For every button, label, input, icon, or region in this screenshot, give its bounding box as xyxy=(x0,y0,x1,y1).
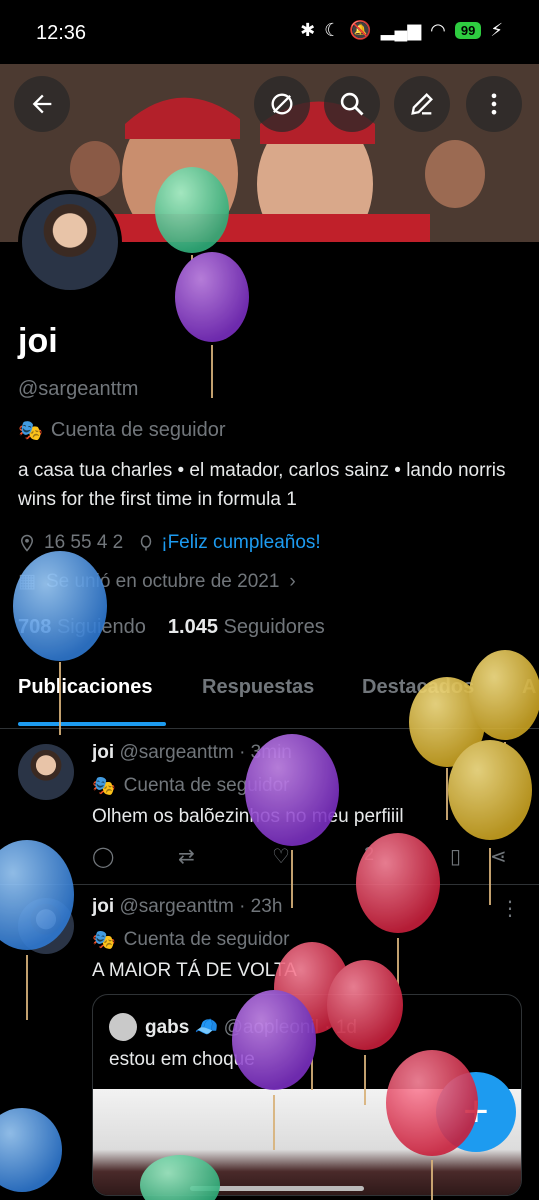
moon-icon: ☾ xyxy=(324,20,341,40)
bookmark-icon[interactable]: ▯ xyxy=(450,844,461,869)
mute-button[interactable] xyxy=(254,76,310,132)
profile-meta: 16 55 4 2 ¡Feliz cumpleaños! xyxy=(18,532,321,554)
post-more-icon[interactable]: ⋮ xyxy=(500,896,520,921)
post-avatar[interactable] xyxy=(18,744,74,800)
calendar-icon: ▦ xyxy=(18,571,36,592)
share-icon[interactable]: ⋖ xyxy=(490,844,507,869)
balloon-blue xyxy=(13,551,107,661)
post-header: joi @sargeanttm · 3min xyxy=(92,742,292,764)
repost-icon[interactable]: ⇄ xyxy=(178,844,195,869)
compose-button[interactable]: + xyxy=(436,1072,516,1152)
post-account-type-label: Cuenta de seguidor xyxy=(123,929,290,950)
post-text: A MAIOR TÁ DE VOLTA xyxy=(92,960,297,981)
account-type: 🎭 Cuenta de seguidor xyxy=(18,418,225,443)
post-account-type: 🎭 Cuenta de seguidor xyxy=(92,774,290,798)
following-label: Siguiendo xyxy=(56,616,146,638)
search-icon xyxy=(340,92,364,116)
masks-icon: 🎭 xyxy=(92,776,116,797)
cap-emoji-icon: 🧢 xyxy=(194,1017,219,1038)
post-header: joi @sargeanttm · 23h xyxy=(92,896,282,918)
account-type-label: Cuenta de seguidor xyxy=(50,419,226,441)
post-text: Olhem os balõezinhos no meu perfiiil xyxy=(92,806,404,827)
status-icons: ✱ ☾ 🔕 ▂▄▆ ◠ 99 ⚡ xyxy=(300,20,503,41)
tab-partial[interactable]: A xyxy=(522,676,536,699)
post-time: · 23h xyxy=(239,896,283,917)
joined-text: Se unió en octubre de 2021 xyxy=(45,570,280,592)
balloon-purple xyxy=(175,252,249,342)
quote-header: gabs 🧢 @aopleonil · 1d xyxy=(145,1015,357,1039)
plus-icon: + xyxy=(463,1087,489,1136)
chevron-right-icon[interactable]: › xyxy=(289,571,295,593)
status-time: 12:36 xyxy=(36,22,87,44)
balloon-yellow xyxy=(448,740,532,840)
balloon-icon xyxy=(141,535,152,551)
followers-count: 1.045 xyxy=(167,616,218,638)
battery-indicator: 99 xyxy=(454,22,482,39)
birthday-link[interactable]: ¡Feliz cumpleaños! xyxy=(161,532,320,554)
masks-icon: 🎭 xyxy=(18,420,43,442)
masks-icon: 🎭 xyxy=(92,930,116,951)
home-indicator xyxy=(190,1186,364,1191)
more-options-button[interactable] xyxy=(466,76,522,132)
post-author-handle: @sargeanttm xyxy=(119,742,234,763)
tab-destacados[interactable]: Destacados xyxy=(362,676,474,699)
mute-icon: 🔕 xyxy=(349,20,372,40)
profile-avatar[interactable] xyxy=(18,190,122,294)
tab-publicaciones[interactable]: Publicaciones xyxy=(18,676,153,699)
follow-stats: 708 Siguiendo 1.045 Seguidores xyxy=(18,616,325,639)
profile-name: joi xyxy=(18,322,58,360)
post-avatar[interactable] xyxy=(18,898,74,954)
following-count: 708 xyxy=(18,616,52,638)
views-count[interactable]: 2 xyxy=(364,844,374,865)
location-icon xyxy=(20,534,34,552)
balloon-blue xyxy=(0,1108,62,1192)
quote-author-name: gabs xyxy=(145,1017,190,1038)
bluetooth-icon: ✱ xyxy=(300,20,316,40)
post-time: · 3min xyxy=(239,742,292,763)
profile-bio: a casa tua charles • el matador, carlos … xyxy=(18,460,506,510)
profile-handle: @sargeanttm xyxy=(18,378,139,400)
tabs-divider xyxy=(0,728,539,729)
status-bar: 12:36 ✱ ☾ 🔕 ▂▄▆ ◠ 99 ⚡ xyxy=(0,0,539,64)
avatar-photo xyxy=(22,194,118,290)
edit-button[interactable] xyxy=(394,76,450,132)
location-text: 16 55 4 2 xyxy=(44,532,124,553)
profile-tabs: Publicaciones Respuestas Destacados A xyxy=(0,676,539,728)
like-icon[interactable]: ♡ xyxy=(272,844,290,869)
joined-date: ▦ Se unió en octubre de 2021 › xyxy=(18,570,296,593)
back-arrow-icon xyxy=(32,94,52,114)
post-account-type: 🎭 Cuenta de seguidor xyxy=(92,928,290,952)
more-vertical-icon xyxy=(491,93,497,115)
post-divider xyxy=(0,884,539,885)
search-button[interactable] xyxy=(324,76,380,132)
post-author-name[interactable]: joi xyxy=(92,742,114,763)
quote-time: · 1d xyxy=(324,1017,357,1038)
quote-text: estou em choque xyxy=(109,1049,255,1070)
post-author-name[interactable]: joi xyxy=(92,896,114,917)
post-author-handle: @sargeanttm xyxy=(119,896,234,917)
followers-link[interactable]: 1.045 Seguidores xyxy=(168,616,325,639)
quote-author-handle: @aopleonil xyxy=(223,1017,319,1038)
edit-pencil-icon xyxy=(411,93,433,115)
followers-label: Seguidores xyxy=(223,616,325,638)
tab-respuestas[interactable]: Respuestas xyxy=(202,676,314,699)
circle-slash-icon xyxy=(271,93,293,115)
charging-icon: ⚡ xyxy=(490,20,503,40)
wifi-icon: ◠ xyxy=(430,20,446,40)
signal-icon: ▂▄▆ xyxy=(380,20,422,40)
reply-icon[interactable]: ◯ xyxy=(92,844,114,869)
post-account-type-label: Cuenta de seguidor xyxy=(123,775,290,796)
quote-avatar xyxy=(109,1013,137,1041)
following-link[interactable]: 708 Siguiendo xyxy=(18,616,146,639)
active-tab-indicator xyxy=(18,722,166,726)
back-button[interactable] xyxy=(14,76,70,132)
